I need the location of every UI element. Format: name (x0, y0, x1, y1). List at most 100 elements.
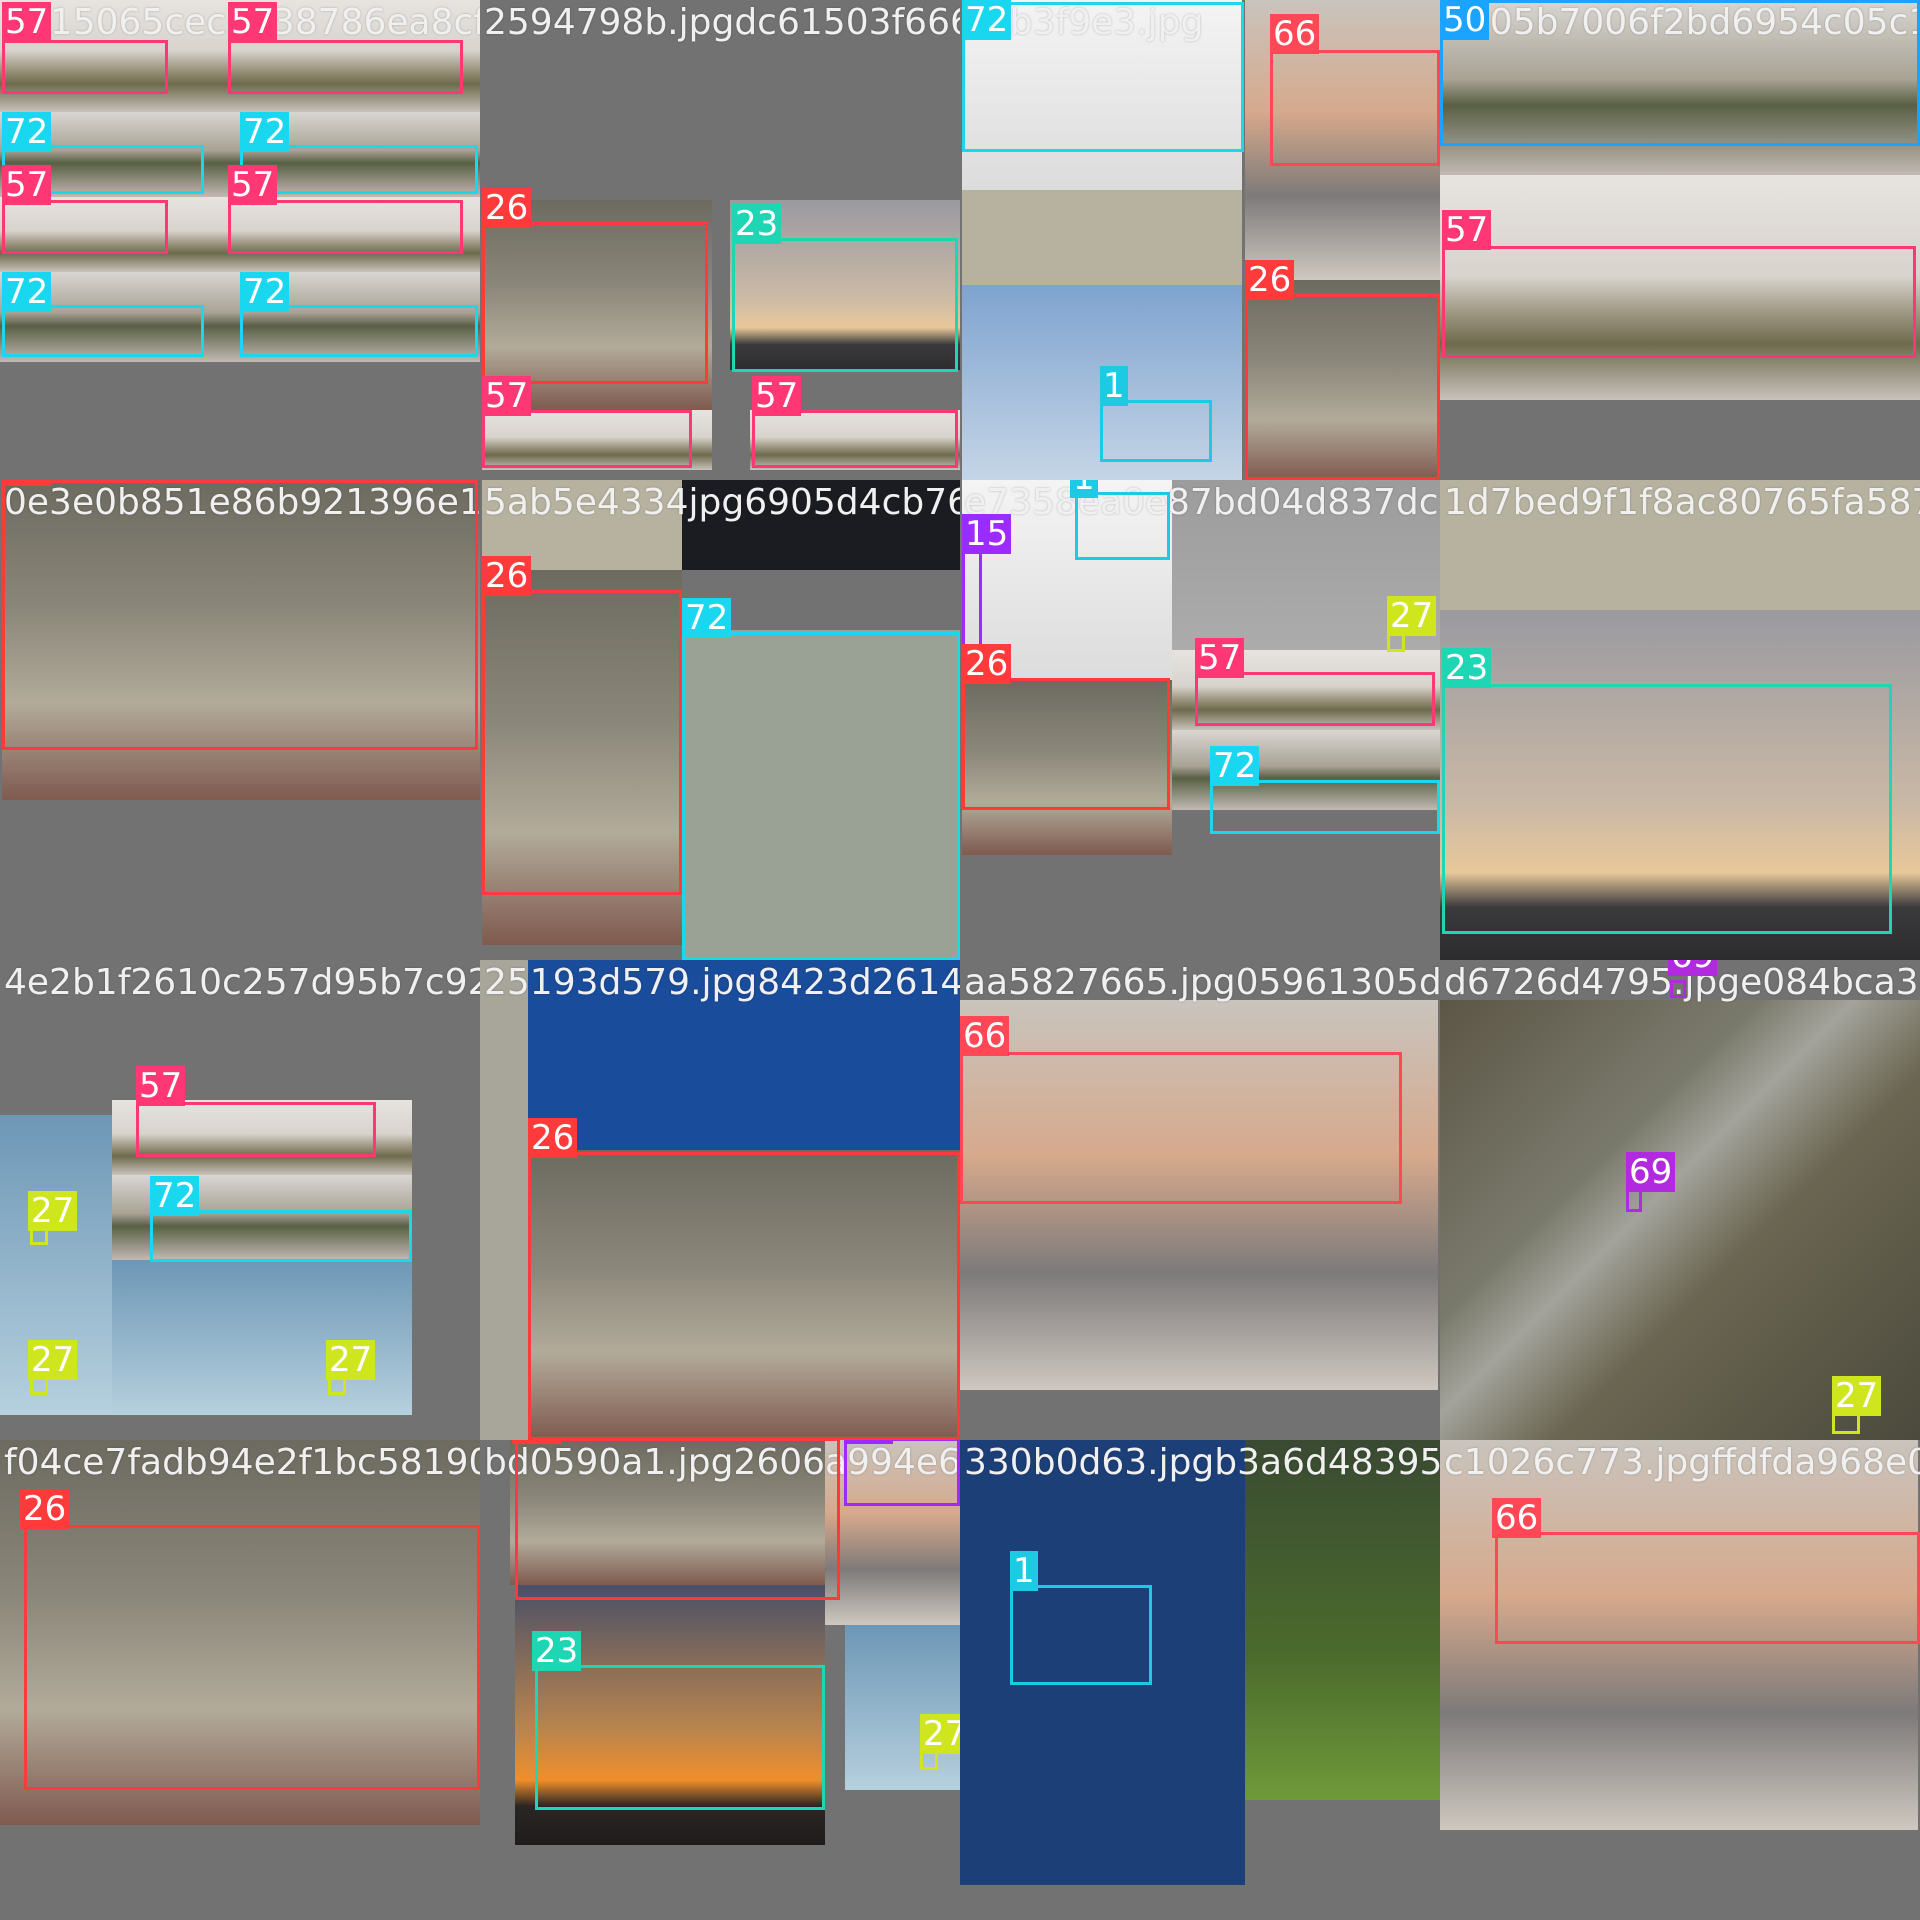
detection-box (1442, 246, 1916, 358)
class-label: 72 (2, 272, 52, 312)
photo (112, 1260, 412, 1415)
class-label: 57 (1195, 638, 1245, 678)
detection-box (482, 590, 682, 895)
mosaic-tile-6: e7358ea0e87bd04d837dcb 1 15 27 26 57 72 (960, 480, 1440, 960)
detection-box (844, 1440, 960, 1506)
class-label: 15 (844, 1440, 894, 1444)
class-label: 1 (1010, 1551, 1038, 1591)
mosaic-tile-7: 1d7bed9f1f8ac80765fa5879 23 (1440, 480, 1920, 960)
detection-box (535, 1665, 825, 1810)
class-label: 1 (1100, 366, 1128, 406)
class-label: 57 (228, 165, 278, 205)
class-label: 23 (532, 1631, 582, 1671)
class-label: 72 (1210, 746, 1260, 786)
mosaic-tile-11: d6726d4795.jpge084bca38a13 69 69 27 (1440, 960, 1920, 1440)
detection-box (2, 305, 204, 357)
detection-box (240, 305, 478, 357)
class-label: 1 (1070, 480, 1098, 498)
mosaic-tile-14: 330b0d63.jpgb3a6d48395266 1 (960, 1440, 1440, 1920)
class-label: 26 (20, 1489, 70, 1529)
class-label: 26 (2, 480, 52, 486)
class-label: 57 (482, 376, 532, 416)
image-filename: f04ce7fadb94e2f1bc58190f6 (4, 1442, 480, 1483)
class-label: 72 (2, 112, 52, 152)
class-label: 66 (960, 1016, 1010, 1056)
mosaic-tile-9: 25193d579.jpg8423d26143196 26 (480, 960, 960, 1440)
photo (1440, 1000, 1920, 1440)
detection-box (1010, 1585, 1152, 1685)
class-label: 23 (732, 204, 782, 244)
class-label: 57 (752, 376, 802, 416)
detection-box (2, 480, 478, 750)
class-label: 72 (962, 0, 1012, 40)
mosaic-tile-8: 4e2b1f2610c257d95b7c923b 57 27 72 27 27 (0, 960, 480, 1440)
detection-box (2, 200, 168, 254)
class-label: 27 (1387, 596, 1437, 636)
mosaic-tile-13: bd0590a1.jpg2606a994e657 26 15 23 27 (480, 1440, 960, 1920)
detection-box (1442, 684, 1892, 934)
image-filename: c1026c773.jpgffdfda968e0b5b (1444, 1442, 1920, 1483)
class-label: 27 (1832, 1376, 1882, 1416)
class-label: 69 (1626, 1152, 1676, 1192)
mosaic-tile-0: 5715065cec3538786ea8cf9 57 57 72 72 57 5… (0, 0, 480, 480)
detection-box (136, 1102, 376, 1157)
detection-box (482, 222, 708, 384)
class-label: 26 (1245, 260, 1295, 300)
detection-box (1440, 0, 1920, 146)
detection-box (682, 632, 960, 960)
class-label: 57 (228, 2, 278, 42)
mosaic-tile-5: 5ab5e4334jpg6905d4cb7689 26 72 (480, 480, 960, 960)
detection-box (228, 200, 463, 254)
mosaic-tile-1: 2594798b.jpgdc61503f66688e 26 23 57 57 (480, 0, 960, 480)
class-label: 26 (512, 1440, 562, 1444)
class-label: 57 (1442, 210, 1492, 250)
image-filename: 5ab5e4334jpg6905d4cb7689 (484, 482, 960, 523)
class-label: 57 (2, 2, 52, 42)
detection-box (2, 40, 168, 94)
detection-box (1100, 400, 1212, 462)
detection-box (150, 1210, 412, 1262)
detection-box (1270, 50, 1440, 166)
mosaic-tile-12: f04ce7fadb94e2f1bc58190f6 26 (0, 1440, 480, 1920)
detection-box (1245, 294, 1440, 480)
class-label: 26 (962, 644, 1012, 684)
class-label: 26 (528, 1118, 578, 1158)
detection-box (1210, 780, 1440, 834)
class-label: 66 (1492, 1498, 1542, 1538)
detection-box (1670, 980, 1686, 998)
photo (1245, 1440, 1440, 1800)
detection-box (228, 40, 463, 94)
class-label: 26 (482, 556, 532, 596)
detection-box (732, 238, 958, 372)
detection-box (1195, 672, 1435, 726)
image-filename: 1d7bed9f1f8ac80765fa5879 (1444, 482, 1920, 523)
class-label: 69 (1668, 960, 1718, 976)
mosaic-tile-15: c1026c773.jpgffdfda968e0b5b 66 (1440, 1440, 1920, 1920)
class-label: 66 (1270, 14, 1320, 54)
detection-box (1075, 492, 1170, 560)
class-label: 72 (240, 112, 290, 152)
detection-box (960, 1052, 1402, 1204)
class-label: 27 (28, 1340, 78, 1380)
class-label: 57 (136, 1066, 186, 1106)
class-label: 26 (482, 188, 532, 228)
photo (845, 1625, 960, 1790)
mosaic-tile-2: 72b3f9e3.jpg 72 66 1 26 (960, 0, 1440, 480)
image-filename: aa5827665.jpg05961305d3bd4 (964, 962, 1440, 1003)
detection-box (1495, 1532, 1920, 1644)
class-label: 72 (240, 272, 290, 312)
mosaic-tile-10: aa5827665.jpg05961305d3bd4 66 (960, 960, 1440, 1440)
detection-box (482, 410, 692, 468)
mosaic-tile-4: 0e3e0b851e86b921396e15a 26 (0, 480, 480, 960)
photo (480, 960, 528, 1440)
class-label: 57 (2, 165, 52, 205)
class-label: 72 (150, 1176, 200, 1216)
photo (962, 190, 1242, 285)
class-label: 27 (28, 1191, 78, 1231)
class-label: 27 (920, 1714, 960, 1754)
detection-box (515, 1440, 840, 1600)
class-label: 50 (1440, 0, 1490, 40)
image-filename: 25193d579.jpg8423d26143196 (484, 962, 960, 1003)
class-label: 72 (682, 598, 732, 638)
image-filename: 4e2b1f2610c257d95b7c923b (4, 962, 480, 1003)
